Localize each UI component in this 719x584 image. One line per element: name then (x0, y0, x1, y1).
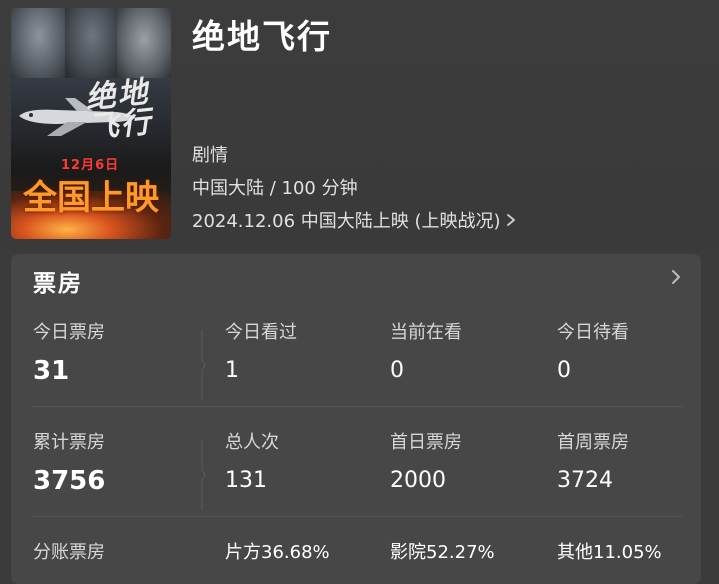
share-value: 片方36.68% (225, 542, 330, 563)
movie-poster[interactable]: 绝地飞行 12月6日 全国上映 (11, 8, 171, 239)
stat-label: 分账票房 (33, 542, 105, 563)
box-office-card[interactable]: 票房 今日票房 31 今日看过 1 当前在看 0 今日待看 0 累计票房 375… (11, 254, 701, 584)
column-divider (201, 330, 206, 400)
poster-face-left (11, 8, 67, 78)
row-divider (33, 516, 683, 517)
movie-release-text: 2024.12.06 中国大陆上映 (上映战况) (192, 211, 501, 232)
movie-release-link[interactable]: 2024.12.06 中国大陆上映 (上映战况) (192, 207, 517, 233)
stat-value: 3724 (557, 468, 613, 493)
movie-header: 绝地飞行 12月6日 全国上映 绝地飞行 剧情 中国大陆 / 100 分钟 20… (0, 0, 719, 250)
stat-split-box-office: 分账票房 (33, 538, 105, 564)
stat-label: 今日票房 (33, 322, 105, 343)
stat-first-week-box-office: 首周票房 3724 (557, 428, 629, 493)
row-divider (33, 406, 683, 407)
poster-face-middle (65, 8, 119, 78)
share-cinema: 影院52.27% (390, 538, 495, 564)
stat-label: 首日票房 (390, 432, 462, 453)
stat-label: 总人次 (225, 432, 279, 453)
stat-first-day-box-office: 首日票房 2000 (390, 428, 462, 493)
stat-today-box-office: 今日票房 31 (33, 318, 105, 386)
poster-face-right (117, 8, 171, 78)
stat-label: 累计票房 (33, 432, 105, 453)
stat-value: 0 (557, 358, 571, 383)
stat-label: 今日待看 (557, 322, 629, 343)
stat-total-admissions: 总人次 131 (225, 428, 279, 493)
poster-release-text: 全国上映 (23, 178, 159, 218)
stat-value: 3756 (33, 466, 106, 496)
share-other: 其他11.05% (557, 538, 662, 564)
share-value: 其他11.05% (557, 542, 662, 563)
poster-calligraphy: 绝地飞行 (83, 74, 155, 147)
stat-label: 首周票房 (557, 432, 629, 453)
stat-total-box-office: 累计票房 3756 (33, 428, 105, 496)
share-studio: 片方36.68% (225, 538, 330, 564)
movie-genre: 剧情 (192, 145, 228, 166)
stat-label: 当前在看 (390, 322, 462, 343)
stat-value: 1 (225, 358, 239, 383)
stat-today-want-to-see: 今日待看 0 (557, 318, 629, 383)
stat-value: 2000 (390, 468, 446, 493)
column-divider (201, 440, 206, 510)
stat-today-watched: 今日看过 1 (225, 318, 297, 383)
chevron-right-icon (506, 214, 515, 226)
stat-value: 31 (33, 356, 70, 386)
stat-value: 0 (390, 358, 404, 383)
share-value: 影院52.27% (390, 542, 495, 563)
box-office-title: 票房 (33, 271, 83, 297)
chevron-right-icon[interactable] (669, 268, 683, 286)
stat-now-watching: 当前在看 0 (390, 318, 462, 383)
stat-value: 131 (225, 468, 267, 493)
movie-title: 绝地飞行 (192, 17, 332, 56)
stat-label: 今日看过 (225, 322, 297, 343)
movie-region-duration: 中国大陆 / 100 分钟 (192, 178, 358, 199)
